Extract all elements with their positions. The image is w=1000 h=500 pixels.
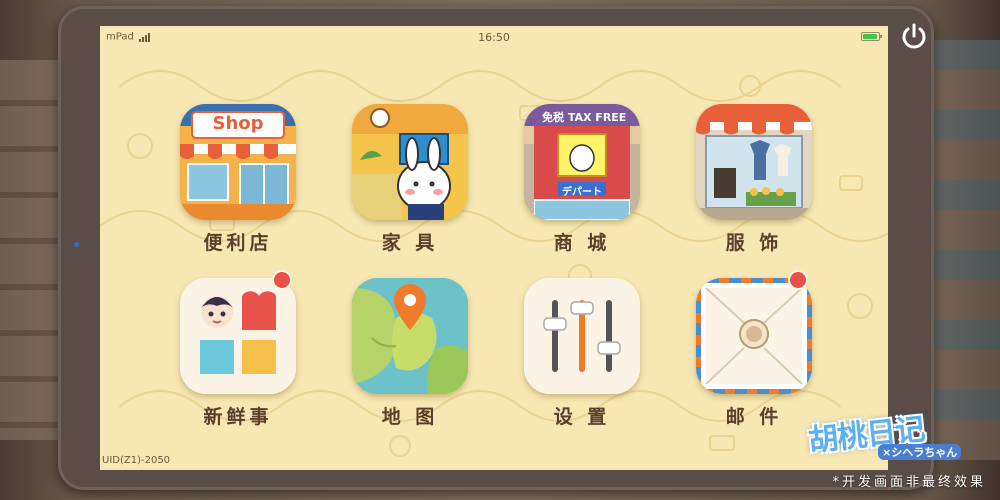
background-shelf-right (930, 40, 1000, 460)
app-department-store[interactable]: 免税 TAX FREE デパート 商 城 (512, 104, 652, 255)
map-icon (352, 278, 468, 394)
power-icon (902, 23, 926, 49)
app-label: 邮 件 (725, 406, 783, 428)
news-icon (180, 278, 296, 394)
app-label: 新鲜事 (203, 406, 273, 428)
app-map[interactable]: 地 图 (340, 278, 480, 429)
battery-level (863, 34, 877, 39)
notification-badge (272, 270, 292, 290)
app-label: 家 具 (381, 232, 439, 254)
shop-sign-text: Shop (212, 113, 264, 134)
app-label: 商 城 (553, 232, 611, 254)
mail-icon (696, 278, 812, 394)
furniture-icon (352, 104, 468, 220)
app-label: 便利店 (203, 232, 273, 254)
app-news[interactable]: 新鲜事 (168, 270, 308, 429)
background-shelf-left (0, 60, 60, 440)
clothing-icon (696, 104, 812, 220)
battery-icon (861, 32, 882, 41)
settings-icon (524, 278, 640, 394)
department-store-icon: 免税 TAX FREE デパート (524, 104, 640, 220)
power-button[interactable] (896, 18, 932, 54)
tablet-screen: mPad 16:50 Shop 便利店 家 具 免税 TAX FREE デパート… (100, 26, 888, 470)
status-bar: mPad 16:50 (100, 26, 888, 48)
game-logo: 胡桃日记 ×シヘラちゃん (807, 410, 968, 468)
convenience-store-icon: Shop (180, 104, 296, 220)
app-clothing[interactable]: 服 饰 (684, 104, 824, 255)
disclaimer-text: *开发画面非最终效果 (832, 475, 986, 490)
app-label: 地 图 (381, 406, 439, 428)
app-mail[interactable]: 邮 件 (684, 270, 824, 429)
tax-free-sign: 免税 TAX FREE (542, 111, 627, 124)
camera-dot (74, 242, 79, 247)
app-convenience-store[interactable]: Shop 便利店 (168, 104, 308, 255)
app-label: 设 置 (553, 406, 611, 428)
status-time: 16:50 (478, 31, 510, 44)
app-settings[interactable]: 设 置 (512, 278, 652, 429)
uid-label: UID(Z1)-2050 (102, 455, 171, 466)
app-label: 服 饰 (725, 232, 783, 254)
tablet-device: mPad 16:50 Shop 便利店 家 具 免税 TAX FREE デパート… (58, 6, 934, 490)
app-furniture[interactable]: 家 具 (340, 104, 480, 255)
department-banner-text: デパート (562, 187, 602, 198)
logo-subtitle: ×シヘラちゃん (878, 444, 962, 460)
notification-badge (788, 270, 808, 290)
